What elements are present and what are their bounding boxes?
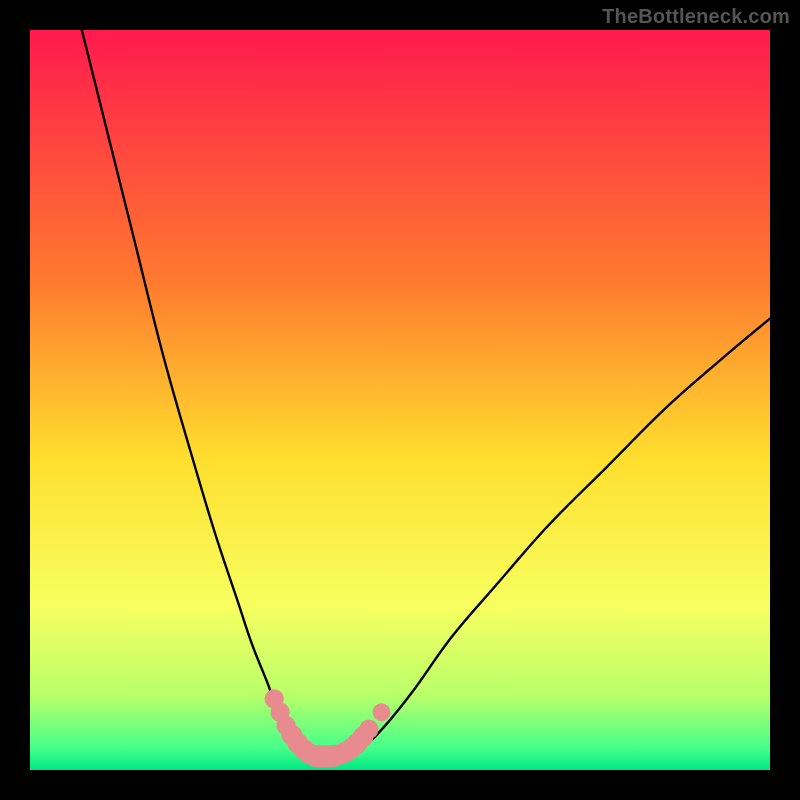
marker-dot bbox=[359, 720, 378, 739]
plot-area bbox=[30, 30, 770, 770]
chart-svg bbox=[30, 30, 770, 770]
chart-frame: TheBottleneck.com bbox=[0, 0, 800, 800]
gradient-background bbox=[30, 30, 770, 770]
watermark-text: TheBottleneck.com bbox=[602, 6, 790, 29]
marker-dot bbox=[373, 703, 391, 721]
